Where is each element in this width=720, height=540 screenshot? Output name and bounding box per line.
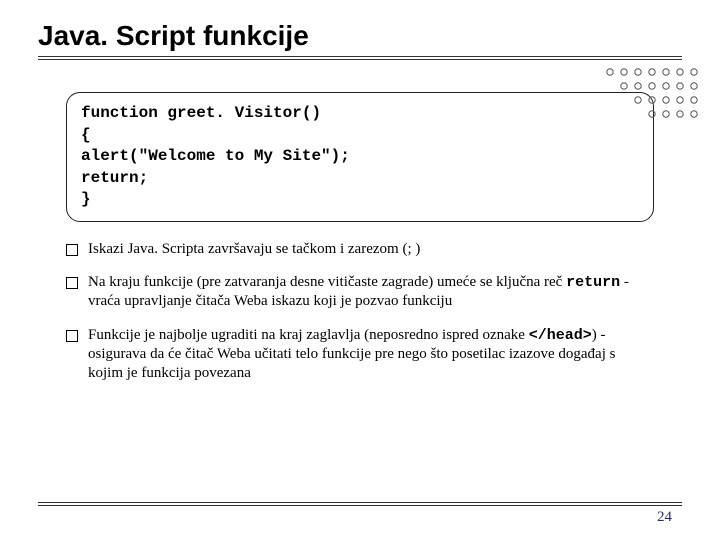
bullet-list: Iskazi Java. Scripta završavaju se tačko… — [66, 240, 654, 383]
title-rule — [38, 56, 682, 60]
code-line: } — [81, 190, 91, 208]
list-text: Funkcije je najbolje ugraditi na kraj za… — [88, 327, 529, 343]
list-item: Iskazi Java. Scripta završavaju se tačko… — [66, 240, 654, 259]
list-text: Iskazi Java. Scripta završavaju se tačko… — [88, 241, 420, 257]
list-text: Na kraju funkcije (pre zatvaranja desne … — [88, 274, 566, 290]
code-line: alert("Welcome to My Site"); — [81, 147, 350, 165]
slide: Java. Script funkcije function greet. Vi… — [0, 0, 720, 540]
code-line: { — [81, 126, 91, 144]
page-number: 24 — [657, 509, 672, 526]
list-item: Na kraju funkcije (pre zatvaranja desne … — [66, 273, 654, 311]
decorative-circles — [596, 60, 706, 126]
keyword-return: return — [566, 274, 620, 291]
code-block: function greet. Visitor() { alert("Welco… — [66, 92, 654, 222]
code-line: function greet. Visitor() — [81, 104, 321, 122]
code-line: return; — [81, 169, 148, 187]
list-item: Funkcije je najbolje ugraditi na kraj za… — [66, 326, 654, 384]
keyword-head-close: </head> — [529, 327, 592, 344]
slide-title: Java. Script funkcije — [38, 20, 682, 52]
footer-rule — [38, 502, 682, 506]
